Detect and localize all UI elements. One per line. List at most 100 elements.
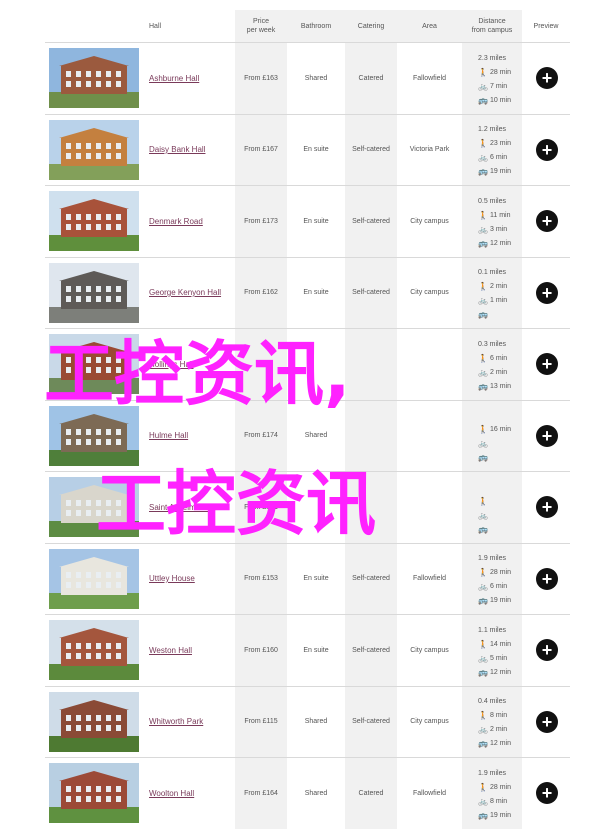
distance-bus-value: 12 min — [490, 740, 512, 747]
distance-bus-value: 19 min — [490, 811, 512, 819]
distance-miles: 0.4 miles — [478, 695, 548, 709]
distance-miles-value: 0.4 miles — [478, 698, 507, 705]
distance-miles: 1.9 miles — [478, 766, 548, 780]
bathroom-cell: En suite — [303, 289, 329, 296]
walking-icon: 🚶 — [478, 210, 488, 220]
walking-icon: 🚶 — [478, 711, 488, 720]
expand-preview-button[interactable]: + — [536, 67, 558, 89]
catering-cell: Self-catered — [352, 289, 390, 296]
brick-hall-icon — [49, 48, 139, 108]
expand-preview-button[interactable]: + — [536, 281, 558, 304]
pyramid-roofs-icon — [49, 691, 139, 752]
expand-preview-button[interactable]: + — [536, 138, 558, 161]
distance-bike-value: 1 min — [490, 297, 508, 304]
walking-icon: 🚶 — [478, 568, 488, 577]
header-distance: Distance from campus — [462, 10, 522, 42]
distance-walk-value: 16 min — [490, 426, 512, 433]
distance-bike-value: 2 min — [490, 726, 508, 733]
table-row: Uttley House From £153 En suite Self-catere… — [45, 542, 570, 614]
price-cell: From £162 — [244, 289, 278, 296]
header-area: Area — [397, 10, 462, 42]
expand-preview-button[interactable]: + — [536, 782, 558, 804]
distance-bus: 🚌 12 min — [478, 236, 548, 250]
hall-name-link[interactable]: George Kenyon Hall — [149, 258, 221, 328]
header-preview: Preview — [522, 10, 570, 42]
distance-miles-value: 0.1 miles — [478, 269, 507, 276]
bathroom-cell: Shared — [304, 718, 328, 725]
bathroom-cell: Shared — [304, 789, 328, 797]
area-cell: City campus — [410, 646, 449, 654]
tower-block-icon — [49, 262, 139, 323]
header-bathroom: Bathroom — [287, 10, 345, 42]
hall-name-link[interactable]: Woolton Hall — [149, 758, 194, 828]
distance-bus-value: 10 min — [490, 96, 512, 104]
hall-name-link[interactable]: Denmark Road — [149, 186, 203, 256]
watermark-line-2: 工控资讯 — [96, 463, 376, 545]
bus-icon: 🚌 — [478, 95, 488, 105]
price-cell: From £160 — [244, 646, 278, 654]
bicycle-icon: 🚲 — [478, 725, 488, 734]
hall-name-link[interactable]: Whitworth Park — [149, 687, 203, 757]
bus-icon: 🚌 — [478, 810, 488, 820]
bus-icon: 🚌 — [478, 739, 488, 748]
table-row: Daisy Bank Hall From £167 En suite Self-cat… — [45, 113, 570, 185]
hall-name-link[interactable]: Ashburne Hall — [149, 43, 199, 113]
header-price: Price per week — [235, 10, 287, 42]
distance-bus: 🚌 12 min — [478, 665, 548, 679]
price-cell: From £163 — [244, 74, 278, 82]
area-cell: City campus — [410, 718, 449, 725]
bathroom-cell: Shared — [304, 74, 328, 82]
table-header: Hall Price per week Bathroom Catering Ar… — [45, 10, 570, 42]
distance-bus-value: 19 min — [490, 168, 512, 175]
bicycle-icon: 🚲 — [478, 796, 488, 806]
expand-preview-button[interactable]: + — [536, 210, 558, 232]
distance-miles-value: 0.5 miles — [478, 197, 507, 205]
bus-icon: 🚌 — [478, 167, 488, 176]
price-cell: From £173 — [244, 217, 278, 225]
header-catering: Catering — [345, 10, 397, 42]
expand-preview-button[interactable]: + — [536, 567, 558, 590]
distance-bus: 🚌 19 min — [478, 808, 548, 822]
table-body: Ashburne Hall From £163 Shared Catered Fallo… — [45, 42, 570, 829]
bicycle-icon: 🚲 — [478, 153, 488, 162]
area-cell: Fallowfield — [412, 74, 447, 82]
hall-name-link[interactable]: Weston Hall — [149, 615, 192, 685]
header-hall: Hall — [145, 10, 239, 42]
hall-name-link[interactable]: Uttley House — [149, 544, 195, 614]
distance-walk-value: 8 min — [490, 712, 508, 719]
brick-apartments-icon — [49, 119, 139, 180]
distance-bus: 🚌 19 min — [478, 594, 548, 608]
catering-cell: Self-catered — [352, 146, 390, 153]
bathroom-cell: En suite — [303, 646, 329, 654]
distance-miles-value: 1.9 miles — [478, 555, 507, 562]
distance-bus-value: 12 min — [490, 668, 512, 676]
distance-walk-value: 14 min — [490, 640, 512, 648]
table-row: Woolton Hall From £164 Shared Catered Fallow… — [45, 757, 570, 829]
distance-miles: 1.1 miles — [478, 623, 548, 637]
brick-gables-icon — [49, 620, 139, 680]
catering-cell: Catered — [358, 74, 384, 82]
bus-icon: 🚌 — [478, 596, 488, 605]
catering-cell: Catered — [358, 789, 384, 797]
distance-miles-value: 2.3 miles — [478, 54, 507, 62]
bicycle-icon: 🚲 — [478, 653, 488, 663]
white-house-icon — [49, 548, 139, 609]
price-cell: From £153 — [244, 575, 278, 582]
expand-preview-button[interactable]: + — [536, 424, 558, 447]
catering-cell: Self-catered — [352, 217, 390, 225]
expand-preview-button[interactable]: + — [536, 710, 558, 733]
watermark-line-1: 工控资讯, — [44, 333, 351, 415]
catering-cell: Self-catered — [352, 718, 390, 725]
walking-icon: 🚶 — [478, 282, 488, 291]
bicycle-icon: 🚲 — [478, 81, 488, 91]
area-cell: Victoria Park — [409, 146, 450, 153]
distance-bike-value: 3 min — [490, 225, 508, 233]
catering-cell: Self-catered — [352, 646, 390, 654]
distance-walk-value: 23 min — [490, 140, 512, 147]
distance-bus: 🚌 19 min — [478, 165, 548, 179]
distance-miles-value: 1.9 miles — [478, 769, 507, 777]
bicycle-icon: 🚲 — [478, 296, 488, 305]
hall-name-link[interactable]: Daisy Bank Hall — [149, 115, 205, 185]
catering-cell: Self-catered — [352, 575, 390, 582]
expand-preview-button[interactable]: + — [536, 639, 558, 661]
